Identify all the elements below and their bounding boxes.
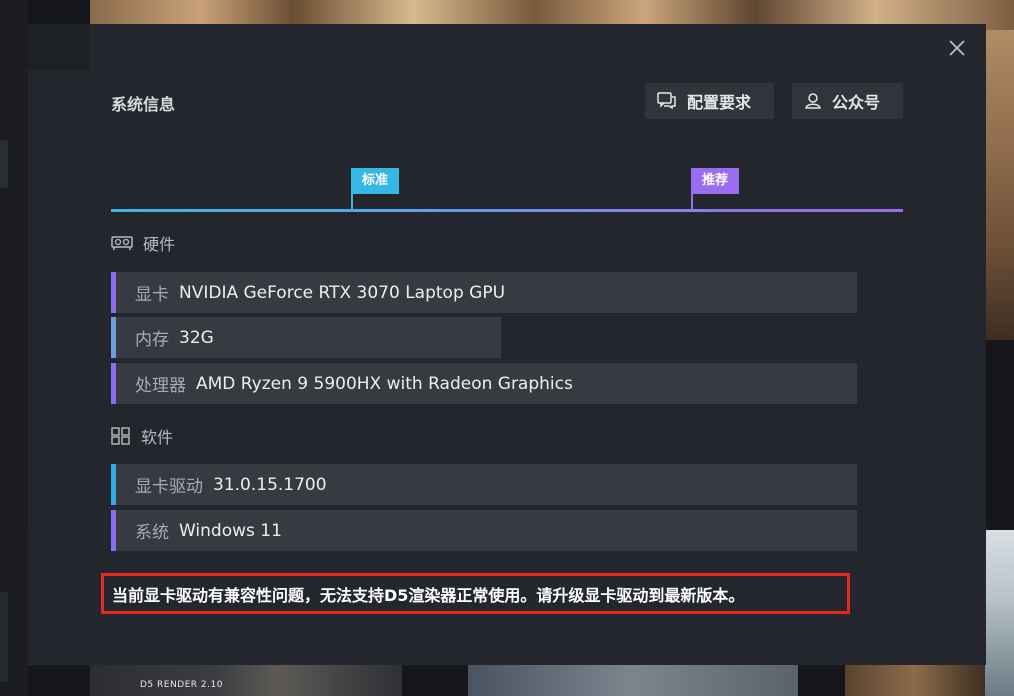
- driver-warning-message: 当前显卡驱动有兼容性问题，无法支持D5渲染器正常使用。请升级显卡驱动到最新版本。: [101, 573, 850, 614]
- driver-label: 显卡驱动: [135, 477, 203, 497]
- os-row: 系统 Windows 11: [111, 510, 857, 551]
- close-button[interactable]: [945, 36, 969, 60]
- gpu-row: 显卡 NVIDIA GeForce RTX 3070 Laptop GPU: [111, 272, 857, 313]
- software-section-heading: 软件: [111, 424, 173, 448]
- cpu-row: 处理器 AMD Ryzen 9 5900HX with Radeon Graph…: [111, 363, 857, 404]
- memory-row: 内存 32G: [111, 317, 501, 358]
- user-icon: [805, 93, 821, 109]
- cpu-value: AMD Ryzen 9 5900HX with Radeon Graphics: [196, 373, 573, 394]
- cpu-label: 处理器: [135, 376, 186, 396]
- background-sidebar-tab: [0, 592, 8, 682]
- driver-value: 31.0.15.1700: [213, 474, 327, 495]
- row-accent-bar: [111, 464, 116, 505]
- system-info-dialog: 系统信息 配置要求 公众号 标准 推荐 硬件 显卡 NVIDIA GeForce…: [28, 24, 986, 665]
- dialog-header-bar: [90, 24, 986, 70]
- standard-marker: 标准: [351, 168, 400, 194]
- requirements-label: 配置要求: [687, 93, 752, 112]
- apps-icon: [111, 427, 130, 445]
- official-account-button[interactable]: 公众号: [792, 83, 903, 119]
- row-accent-bar: [111, 363, 116, 404]
- background-card-logo: D5 RENDER 2.10: [140, 680, 223, 690]
- row-accent-bar: [111, 510, 116, 551]
- row-accent-bar: [111, 317, 116, 358]
- performance-scale-bar: [111, 209, 903, 212]
- dialog-title: 系统信息: [111, 95, 176, 114]
- requirements-button[interactable]: 配置要求: [645, 83, 774, 119]
- software-heading-label: 软件: [141, 428, 174, 447]
- background-image-right-lower: [985, 530, 1014, 696]
- background-card: [845, 665, 985, 696]
- recommended-marker: 推荐: [691, 168, 740, 194]
- dialog-corner: [28, 24, 90, 70]
- os-value: Windows 11: [179, 520, 282, 541]
- background-sidebar-tab: [0, 140, 8, 188]
- memory-value: 32G: [179, 327, 214, 348]
- close-icon: [949, 40, 965, 56]
- driver-row: 显卡驱动 31.0.15.1700: [111, 464, 857, 505]
- os-label: 系统: [135, 523, 169, 543]
- hardware-heading-label: 硬件: [143, 235, 176, 254]
- hardware-section-heading: 硬件: [111, 231, 175, 255]
- memory-label: 内存: [135, 330, 169, 350]
- gpu-label: 显卡: [135, 285, 169, 305]
- chat-icon: [657, 92, 676, 110]
- official-account-label: 公众号: [832, 93, 881, 112]
- gpu-icon: [111, 236, 133, 250]
- row-accent-bar: [111, 272, 116, 313]
- gpu-value: NVIDIA GeForce RTX 3070 Laptop GPU: [179, 282, 506, 303]
- background-card: [468, 665, 798, 696]
- background-image-right: [985, 30, 1014, 340]
